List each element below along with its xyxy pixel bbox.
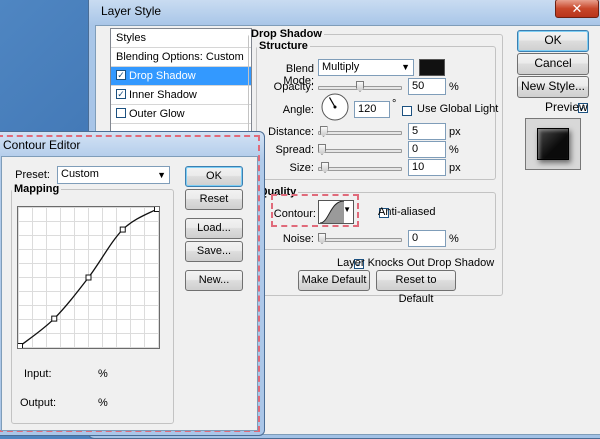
spread-unit: % xyxy=(449,144,459,156)
style-item-inner-shadow[interactable]: ✓ Inner Shadow xyxy=(111,86,251,105)
structure-label: Structure xyxy=(259,40,308,52)
use-global-light-checkbox[interactable] xyxy=(402,106,412,117)
close-button[interactable]: ✕ xyxy=(555,0,599,18)
blend-mode-select[interactable]: Multiply ▼ xyxy=(318,59,414,76)
outer-glow-checkbox[interactable] xyxy=(116,108,126,119)
chevron-down-icon: ▼ xyxy=(343,205,351,214)
curve-control-point[interactable] xyxy=(119,226,126,233)
window-title: Layer Style xyxy=(101,4,162,18)
angle-dial[interactable] xyxy=(320,92,350,122)
ok-button[interactable]: OK xyxy=(517,30,589,52)
preview-image xyxy=(537,128,569,160)
style-item-label: Drop Shadow xyxy=(129,70,196,82)
shadow-color-swatch[interactable] xyxy=(419,59,445,76)
size-slider[interactable] xyxy=(318,167,402,171)
contour-thumbnail-icon xyxy=(320,201,344,223)
style-item-label: Inner Shadow xyxy=(129,89,197,101)
curve-control-point[interactable] xyxy=(51,315,58,322)
size-field[interactable]: 10 xyxy=(408,159,446,176)
distance-slider[interactable] xyxy=(318,131,402,135)
new-style-button[interactable]: New Style... xyxy=(517,76,589,98)
contour-editor-client: Preset: Custom ▼ Mapping Input: % Output… xyxy=(1,156,258,431)
size-unit: px xyxy=(449,162,461,174)
style-item-label: Blending Options: Custom xyxy=(116,51,244,63)
angle-label: Angle: xyxy=(282,104,314,116)
preview-swatch xyxy=(525,118,581,170)
contour-picker[interactable]: ▼ xyxy=(318,200,354,224)
distance-field[interactable]: 5 xyxy=(408,123,446,140)
blend-mode-value: Multiply xyxy=(322,61,360,73)
chevron-down-icon: ▼ xyxy=(157,170,166,180)
make-default-button[interactable]: Make Default xyxy=(298,270,370,291)
opacity-label: Opacity: xyxy=(273,81,314,93)
preset-value: Custom xyxy=(61,168,99,180)
preset-label: Preset: xyxy=(15,169,50,181)
contour-editor-window: Contour Editor Preset: Custom ▼ Mapping … xyxy=(0,131,265,436)
knockout-label: Layer Knocks Out Drop Shadow xyxy=(337,257,495,269)
style-item-drop-shadow[interactable]: ✓ Drop Shadow xyxy=(111,67,251,86)
curve-control-point[interactable] xyxy=(18,343,23,349)
style-item-blending-options[interactable]: Blending Options: Custom xyxy=(111,48,251,67)
chevron-down-icon: ▼ xyxy=(401,62,410,72)
inner-shadow-checkbox[interactable]: ✓ xyxy=(116,89,126,100)
noise-field[interactable]: 0 xyxy=(408,230,446,247)
input-label: Input: xyxy=(24,368,52,380)
angle-field[interactable]: 120 xyxy=(354,101,390,118)
curve-control-point[interactable] xyxy=(85,274,92,281)
preview-label: Preview xyxy=(545,100,588,114)
styles-header[interactable]: Styles xyxy=(111,29,251,48)
contour-save-button[interactable]: Save... xyxy=(185,241,243,262)
spread-field[interactable]: 0 xyxy=(408,141,446,158)
curve-control-point[interactable] xyxy=(154,207,160,212)
anti-aliased-label: Anti-aliased xyxy=(378,206,436,218)
use-global-light-label: Use Global Light xyxy=(417,103,499,115)
cancel-button[interactable]: Cancel xyxy=(517,53,589,75)
preset-select[interactable]: Custom ▼ xyxy=(57,166,170,184)
drop-shadow-checkbox[interactable]: ✓ xyxy=(116,70,126,81)
distance-unit: px xyxy=(449,126,461,138)
contour-curve[interactable] xyxy=(18,207,159,348)
noise-unit: % xyxy=(449,233,459,245)
noise-slider[interactable] xyxy=(318,238,402,242)
drop-shadow-group-label: Drop Shadow xyxy=(251,28,322,40)
style-item-outer-glow[interactable]: Outer Glow xyxy=(111,105,251,124)
style-item-label: Outer Glow xyxy=(129,108,185,120)
opacity-field[interactable]: 50 xyxy=(408,78,446,95)
reset-default-button[interactable]: Reset to Default xyxy=(376,270,456,305)
contour-label: Contour: xyxy=(273,208,316,220)
contour-ok-button[interactable]: OK xyxy=(185,166,243,187)
contour-new-button[interactable]: New... xyxy=(185,270,243,291)
contour-reset-button[interactable]: Reset xyxy=(185,189,243,210)
input-unit: % xyxy=(98,368,108,380)
mapping-label: Mapping xyxy=(14,183,60,195)
angle-unit: ° xyxy=(392,98,397,110)
output-unit: % xyxy=(98,397,108,409)
contour-load-button[interactable]: Load... xyxy=(185,218,243,239)
mapping-grid[interactable] xyxy=(17,206,160,349)
opacity-unit: % xyxy=(449,81,459,93)
spread-slider[interactable] xyxy=(318,149,402,153)
output-label: Output: xyxy=(20,397,57,409)
